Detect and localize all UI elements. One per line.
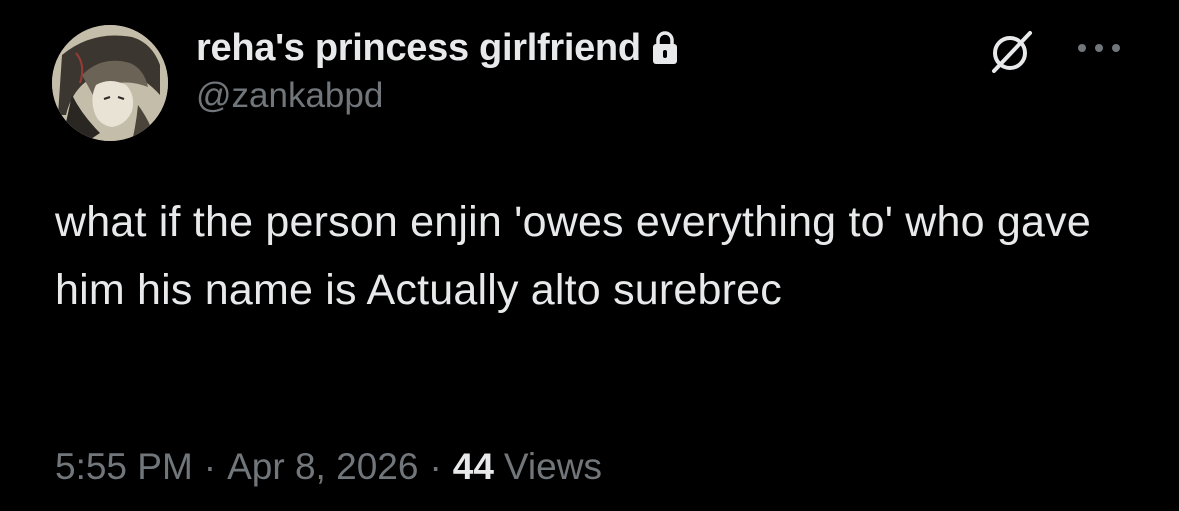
more-options-icon[interactable]: [1074, 38, 1124, 58]
separator: ·: [203, 446, 217, 487]
tweet-meta: 5:55 PM · Apr 8, 2026 · 44 Views: [55, 446, 602, 488]
grok-icon[interactable]: [986, 27, 1036, 77]
avatar[interactable]: [52, 25, 168, 141]
separator: ·: [429, 446, 442, 487]
lock-icon: [651, 30, 679, 66]
display-name[interactable]: reha's princess girlfriend: [196, 27, 641, 70]
tweet-text: what if the person enjin 'owes everythin…: [55, 198, 1104, 314]
tweet-time[interactable]: 5:55 PM: [55, 446, 193, 488]
user-handle[interactable]: @zankabpd: [196, 76, 956, 116]
tweet-header: reha's princess girlfriend @zankabpd: [196, 22, 956, 116]
tweet-date[interactable]: Apr 8, 2026: [227, 446, 418, 488]
views-label[interactable]: Views: [504, 446, 602, 488]
tweet[interactable]: reha's princess girlfriend @zankabpd wha…: [0, 0, 1179, 511]
avatar-image: [52, 25, 168, 141]
views-count[interactable]: 44: [453, 446, 494, 488]
name-row: reha's princess girlfriend: [196, 22, 956, 74]
